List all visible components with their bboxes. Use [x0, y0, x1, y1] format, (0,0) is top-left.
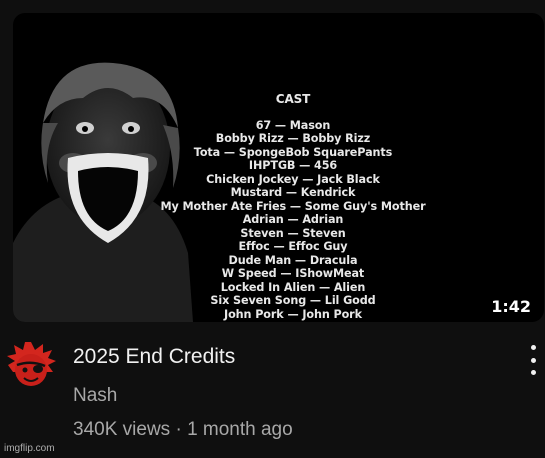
channel-avatar[interactable] [5, 340, 57, 392]
cast-line: 67 — Mason [255, 118, 331, 132]
cast-line: My Mother Ate Fries — Some Guy's Mother [160, 199, 426, 213]
cast-line: Adrian — Adrian [242, 213, 344, 226]
channel-name[interactable]: Nash [73, 385, 117, 407]
video-card[interactable]: CAST 67 — Mason Bobby Rizz — Bobby Rizz … [0, 0, 545, 458]
cast-line: Bobby Rizz — Bobby Rizz [215, 132, 371, 145]
more-dot [530, 357, 536, 363]
meta-separator: · [170, 419, 188, 440]
cast-line: IHPTGB — 456 [248, 159, 338, 172]
cast-line: Chicken Jockey — Jack Black [206, 172, 380, 186]
cast-line: Mustard — Kendrick [230, 186, 356, 199]
cast-line: Six Seven Song — Lil Godd [210, 294, 376, 307]
more-dot [530, 370, 536, 375]
cast-line: John Pork — John Pork [224, 307, 362, 321]
cast-credits: CAST 67 — Mason Bobby Rizz — Bobby Rizz … [133, 92, 453, 323]
upload-age: 1 month ago [187, 419, 293, 440]
imgflip-watermark: imgflip.com [4, 443, 55, 454]
cast-line: Effoc — Effoc Guy [238, 240, 348, 253]
cast-title: CAST [275, 92, 311, 106]
duration-badge: 1:42 [491, 297, 531, 316]
video-thumbnail[interactable]: CAST 67 — Mason Bobby Rizz — Bobby Rizz … [13, 13, 544, 322]
cast-line: Locked In Alien — Alien [220, 280, 366, 294]
cast-list: 67 — Mason Bobby Rizz — Bobby Rizz Tota … [133, 119, 453, 323]
cast-line: Tota — SpongeBob SquarePants [193, 145, 393, 159]
video-metadata: 340K views · 1 month ago [73, 419, 293, 441]
more-vert-icon[interactable] [521, 343, 545, 377]
view-count: 340K views [73, 419, 171, 440]
cast-line: W Speed — IShowMeat [221, 267, 365, 280]
cast-line: Steven — Steven [240, 226, 346, 240]
video-title[interactable]: 2025 End Credits [73, 345, 235, 369]
cast-line: Dude Man — Dracula [228, 253, 358, 267]
more-dot [530, 345, 536, 350]
